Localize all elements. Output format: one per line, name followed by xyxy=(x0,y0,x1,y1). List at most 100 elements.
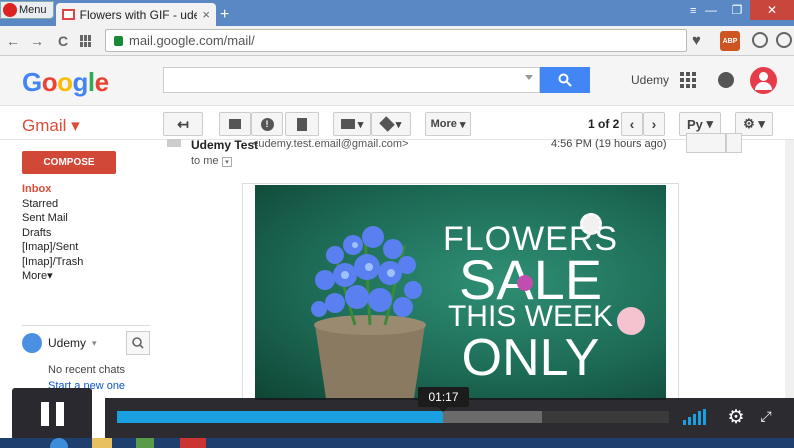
gmail-header: Google Udemy xyxy=(0,56,794,106)
tooltip-arrow xyxy=(438,407,448,412)
gear-icon[interactable]: ⚙ xyxy=(726,408,746,428)
folder-list: Inbox Starred Sent Mail Drafts [Imap]/Se… xyxy=(22,182,152,284)
google-logo[interactable]: Google xyxy=(22,67,109,98)
back-to-inbox-button[interactable]: ↤ xyxy=(163,112,203,136)
heart-icon[interactable]: ♥ xyxy=(692,32,710,50)
archive-button[interactable] xyxy=(219,112,251,136)
search-options-icon[interactable] xyxy=(525,75,533,80)
no-recent-chats: No recent chats xyxy=(48,364,126,376)
new-tab-button[interactable]: + xyxy=(220,6,229,24)
folder-inbox[interactable]: Inbox xyxy=(22,182,152,197)
ie-icon[interactable] xyxy=(50,438,68,448)
message-sender-email: <udemy.test.email@gmail.com> xyxy=(252,138,409,150)
account-avatar[interactable] xyxy=(750,67,777,94)
scrollbar[interactable] xyxy=(785,140,794,398)
reload-icon[interactable]: C xyxy=(54,32,72,50)
pause-button[interactable] xyxy=(12,388,92,440)
fullscreen-icon[interactable]: ⤢ xyxy=(757,408,775,426)
message-sender[interactable]: Udemy Test xyxy=(191,138,258,152)
chat-search-button[interactable] xyxy=(126,331,150,355)
browser-tab[interactable]: Flowers with GIF - udemy × xyxy=(56,3,216,26)
back-icon[interactable]: ← xyxy=(4,32,22,50)
close-window-icon[interactable]: ✕ xyxy=(750,0,794,20)
opera-logo-icon xyxy=(3,3,17,17)
window-controls: — ❐ ✕ xyxy=(698,0,794,20)
url-text: mail.google.com/mail/ xyxy=(129,33,255,48)
volume-icon[interactable] xyxy=(683,409,706,425)
browser-tab-strip: Menu Flowers with GIF - udemy × + ≡ — ❐ … xyxy=(0,0,794,26)
chat-avatar xyxy=(22,333,42,353)
chevron-left-icon: ‹ xyxy=(629,116,635,132)
more-actions-button[interactable]: More ▾ xyxy=(425,112,471,136)
opera-menu-button[interactable]: Menu xyxy=(0,1,54,19)
search-icon xyxy=(132,337,144,349)
gmail-app-switcher[interactable]: Gmail ▾ xyxy=(22,116,80,136)
folder-starred[interactable]: Starred xyxy=(22,197,152,212)
adblock-icon[interactable]: ABP xyxy=(720,31,740,51)
speed-dial-icon[interactable] xyxy=(80,35,92,47)
folder-more[interactable]: More▾ xyxy=(22,269,152,284)
download-icon[interactable] xyxy=(752,32,768,48)
tab-title: Flowers with GIF - udemy xyxy=(79,7,198,22)
notifications-icon[interactable] xyxy=(718,72,734,88)
image-line-4: ONLY xyxy=(461,329,600,387)
compose-button[interactable]: COMPOSE xyxy=(22,151,116,174)
pause-icon xyxy=(40,402,49,426)
older-button[interactable]: › xyxy=(643,112,665,136)
more-message-actions-button[interactable] xyxy=(726,133,742,153)
mail-toolbar: Gmail ▾ ↤ ! ▾ ▾ More ▾ 1 of 2 ‹ › Ру ▾ ⚙… xyxy=(0,107,794,140)
search-input[interactable] xyxy=(163,67,540,93)
folder-sent[interactable]: Sent Mail xyxy=(22,211,152,226)
move-to-button[interactable]: ▾ xyxy=(333,112,371,136)
pink-flower-icon xyxy=(517,275,533,291)
page-count: 1 of 2 xyxy=(588,117,620,131)
explorer-icon[interactable] xyxy=(92,438,112,448)
delete-button[interactable] xyxy=(285,112,319,136)
spam-icon: ! xyxy=(260,117,274,131)
folder-icon xyxy=(340,119,355,129)
address-bar-row: ← → C mail.google.com/mail/ ♥ ABP xyxy=(0,26,794,56)
app-icon[interactable] xyxy=(136,438,154,448)
close-tab-icon[interactable]: × xyxy=(202,7,210,22)
menu-label: Menu xyxy=(19,4,47,16)
folder-drafts[interactable]: Drafts xyxy=(22,226,152,241)
gear-icon: ⚙ xyxy=(743,116,755,131)
lock-icon xyxy=(114,35,123,46)
minimize-icon[interactable]: — xyxy=(698,0,724,20)
archive-icon xyxy=(229,119,241,129)
forward-icon[interactable]: → xyxy=(28,32,46,50)
logo-letter: g xyxy=(72,67,89,97)
restore-icon[interactable]: ❐ xyxy=(724,0,750,20)
url-field[interactable]: mail.google.com/mail/ xyxy=(105,29,687,52)
show-details-icon[interactable]: ▾ xyxy=(222,157,232,167)
flowers-sale-image: FLOWERS SALE THIS WEEK ONLY xyxy=(255,185,666,400)
logo-letter: l xyxy=(87,67,95,97)
folder-imap-trash[interactable]: [Imap]/Trash xyxy=(22,255,152,270)
folder-imap-sent[interactable]: [Imap]/Sent xyxy=(22,240,152,255)
gmail-favicon-icon xyxy=(62,9,75,20)
apps-grid-icon[interactable] xyxy=(680,72,696,88)
white-daisy-icon xyxy=(580,213,602,235)
trash-icon xyxy=(297,117,307,131)
search-icon xyxy=(558,73,572,87)
account-name[interactable]: Udemy xyxy=(631,73,669,87)
labels-button[interactable]: ▾ xyxy=(371,112,411,136)
time-tooltip: 01:17 xyxy=(418,387,469,407)
windows-taskbar xyxy=(0,438,794,448)
logo-letter: o xyxy=(57,67,73,97)
back-arrow-icon: ↤ xyxy=(177,115,189,132)
report-spam-button[interactable]: ! xyxy=(251,112,283,136)
message-time: 4:56 PM (19 hours ago) xyxy=(551,138,667,150)
reply-button[interactable] xyxy=(686,133,726,153)
update-icon[interactable] xyxy=(776,32,792,48)
opera-taskbar-icon[interactable] xyxy=(180,438,206,448)
chat-status-dropdown-icon[interactable]: ▾ xyxy=(92,338,97,349)
logo-letter: o xyxy=(41,67,58,97)
peach-flower-icon xyxy=(617,307,645,335)
chat-user[interactable]: Udemy ▾ xyxy=(22,333,97,353)
chat-divider xyxy=(22,325,150,326)
message-recipient: to me xyxy=(191,155,219,167)
newer-button[interactable]: ‹ xyxy=(621,112,643,136)
search-button[interactable] xyxy=(540,67,590,93)
chevron-right-icon: › xyxy=(651,116,657,132)
